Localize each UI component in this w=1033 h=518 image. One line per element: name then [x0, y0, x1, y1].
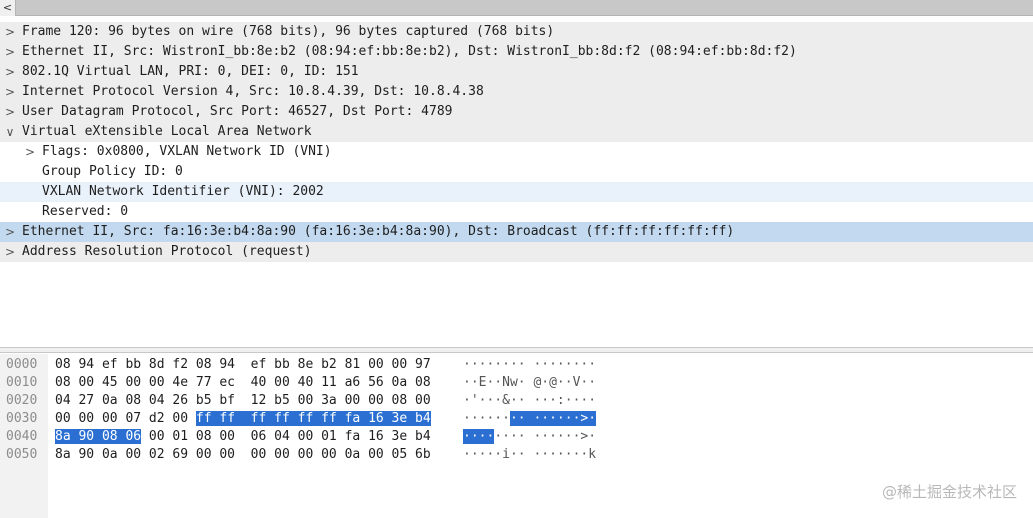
tree-row-label: Reserved: 0: [42, 204, 129, 219]
hex-row[interactable]: 0030 00 00 00 07 d2 00 ff ff ff ff ff ff…: [0, 410, 1033, 428]
tree-row-frame[interactable]: > Frame 120: 96 bytes on wire (768 bits)…: [0, 22, 1033, 42]
collapse-arrow-icon[interactable]: ∨: [4, 122, 16, 142]
tree-row-label: VXLAN Network Identifier (VNI): 2002: [42, 184, 324, 199]
tree-row-label: Group Policy ID: 0: [42, 164, 183, 179]
hex-ascii[interactable]: ········ ······>·: [463, 410, 597, 428]
hex-bytes-selected: ff ff ff ff ff ff fa 16 3e b4: [195, 411, 431, 426]
ascii-selected: ····: [463, 429, 495, 444]
ascii-plain: ······: [463, 411, 510, 426]
hex-bytes-selected: 8a 90 08 06: [55, 429, 142, 444]
expand-arrow-icon[interactable]: >: [4, 102, 16, 122]
tree-row-label: Address Resolution Protocol (request): [22, 244, 312, 259]
tree-row-group-policy[interactable]: Group Policy ID: 0: [0, 162, 1033, 182]
tree-row-vxlan[interactable]: ∨ Virtual eXtensible Local Area Network: [0, 122, 1033, 142]
expand-arrow-icon[interactable]: >: [4, 242, 16, 262]
ascii-plain: ···· ······>·: [494, 429, 597, 444]
tree-row-label: Internet Protocol Version 4, Src: 10.8.4…: [22, 84, 484, 99]
tree-row-vxlan-flags[interactable]: > Flags: 0x0800, VXLAN Network ID (VNI): [0, 142, 1033, 162]
hex-ascii[interactable]: ········ ········: [463, 356, 596, 374]
hex-bytes-plain: 8a 90 0a 00 02 69 00 00 00 00 00 00 0a 0…: [55, 447, 431, 462]
tree-row-reserved[interactable]: Reserved: 0: [0, 202, 1033, 222]
packet-details-tree: > Frame 120: 96 bytes on wire (768 bits)…: [0, 22, 1033, 262]
tree-row-label: Ethernet II, Src: WistronI_bb:8e:b2 (08:…: [22, 44, 797, 59]
expand-arrow-icon[interactable]: >: [4, 222, 16, 242]
hex-ascii[interactable]: ··E··Nw· @·@··V··: [463, 374, 596, 392]
hex-bytes[interactable]: 08 00 45 00 00 4e 77 ec 40 00 40 11 a6 5…: [55, 374, 431, 392]
hex-offset: 0000: [6, 357, 38, 372]
tree-row-arp[interactable]: > Address Resolution Protocol (request): [0, 242, 1033, 262]
hex-offset: 0040: [6, 429, 38, 444]
expand-arrow-icon[interactable]: >: [4, 82, 16, 102]
hex-offset: 0020: [6, 393, 38, 408]
expand-arrow-icon[interactable]: >: [4, 22, 16, 42]
expand-arrow-icon[interactable]: >: [24, 142, 36, 162]
expand-arrow-icon[interactable]: >: [4, 62, 16, 82]
ascii-plain: ········ ········: [463, 357, 597, 372]
hex-row[interactable]: 0050 8a 90 0a 00 02 69 00 00 00 00 00 00…: [0, 446, 1033, 464]
hex-bytes[interactable]: 8a 90 08 06 00 01 08 00 06 04 00 01 fa 1…: [55, 428, 431, 446]
watermark: @稀土掘金技术社区: [881, 483, 1017, 501]
hex-bytes[interactable]: 08 94 ef bb 8d f2 08 94 ef bb 8e b2 81 0…: [55, 356, 431, 374]
hex-row[interactable]: 0040 8a 90 08 06 00 01 08 00 06 04 00 01…: [0, 428, 1033, 446]
hex-bytes-plain: 08 00 45 00 00 4e 77 ec 40 00 40 11 a6 5…: [55, 375, 431, 390]
tree-row-label: Ethernet II, Src: fa:16:3e:b4:8a:90 (fa:…: [22, 224, 735, 239]
hex-ascii[interactable]: ·'···&·· ···:····: [463, 392, 596, 410]
hex-row[interactable]: 0010 08 00 45 00 00 4e 77 ec 40 00 40 11…: [0, 374, 1033, 392]
horizontal-scrollbar[interactable]: <: [0, 0, 1033, 16]
tree-row-label: 802.1Q Virtual LAN, PRI: 0, DEI: 0, ID: …: [22, 64, 359, 79]
packet-bytes-pane: 0000 08 94 ef bb 8d f2 08 94 ef bb 8e b2…: [0, 354, 1033, 518]
hex-ascii[interactable]: ·····i·· ·······k: [463, 446, 596, 464]
tree-row-label: Frame 120: 96 bytes on wire (768 bits), …: [22, 24, 555, 39]
tree-row-label: Virtual eXtensible Local Area Network: [22, 124, 312, 139]
hex-bytes-plain: 04 27 0a 08 04 26 b5 bf 12 b5 00 3a 00 0…: [55, 393, 431, 408]
pane-splitter[interactable]: [0, 347, 1033, 353]
hex-ascii[interactable]: ········ ······>·: [463, 428, 596, 446]
hex-offset: 0050: [6, 447, 38, 462]
hex-bytes-plain: 00 01 08 00 06 04 00 01 fa 16 3e b4: [141, 429, 431, 444]
hex-offset: 0010: [6, 375, 38, 390]
ascii-plain: ··E··Nw· @·@··V··: [463, 375, 597, 390]
hex-offset: 0030: [6, 411, 38, 426]
tree-row-label: User Datagram Protocol, Src Port: 46527,…: [22, 104, 453, 119]
hex-bytes[interactable]: 8a 90 0a 00 02 69 00 00 00 00 00 00 0a 0…: [55, 446, 431, 464]
tree-row-label: Flags: 0x0800, VXLAN Network ID (VNI): [42, 144, 332, 159]
tree-row-ipv4[interactable]: > Internet Protocol Version 4, Src: 10.8…: [0, 82, 1033, 102]
tree-row-ethernet-inner[interactable]: > Ethernet II, Src: fa:16:3e:b4:8a:90 (f…: [0, 222, 1033, 242]
tree-row-vlan[interactable]: > 802.1Q Virtual LAN, PRI: 0, DEI: 0, ID…: [0, 62, 1033, 82]
hex-bytes-plain: 00 00 00 07 d2 00: [55, 411, 196, 426]
expand-arrow-icon[interactable]: >: [4, 42, 16, 62]
tree-row-ethernet-outer[interactable]: > Ethernet II, Src: WistronI_bb:8e:b2 (0…: [0, 42, 1033, 62]
scroll-left-icon[interactable]: <: [0, 0, 16, 16]
hex-row[interactable]: 0020 04 27 0a 08 04 26 b5 bf 12 b5 00 3a…: [0, 392, 1033, 410]
ascii-plain: ·····i·· ·······k: [463, 447, 597, 462]
hex-bytes[interactable]: 04 27 0a 08 04 26 b5 bf 12 b5 00 3a 00 0…: [55, 392, 431, 410]
ascii-selected: ·· ······>·: [509, 411, 597, 426]
hex-row[interactable]: 0000 08 94 ef bb 8d f2 08 94 ef bb 8e b2…: [0, 356, 1033, 374]
tree-row-vni[interactable]: VXLAN Network Identifier (VNI): 2002: [0, 182, 1033, 202]
tree-row-udp[interactable]: > User Datagram Protocol, Src Port: 4652…: [0, 102, 1033, 122]
hex-bytes[interactable]: 00 00 00 07 d2 00 ff ff ff ff ff ff fa 1…: [55, 410, 431, 428]
ascii-plain: ·'···&·· ···:····: [463, 393, 597, 408]
hex-bytes-plain: 08 94 ef bb 8d f2 08 94 ef bb 8e b2 81 0…: [55, 357, 431, 372]
